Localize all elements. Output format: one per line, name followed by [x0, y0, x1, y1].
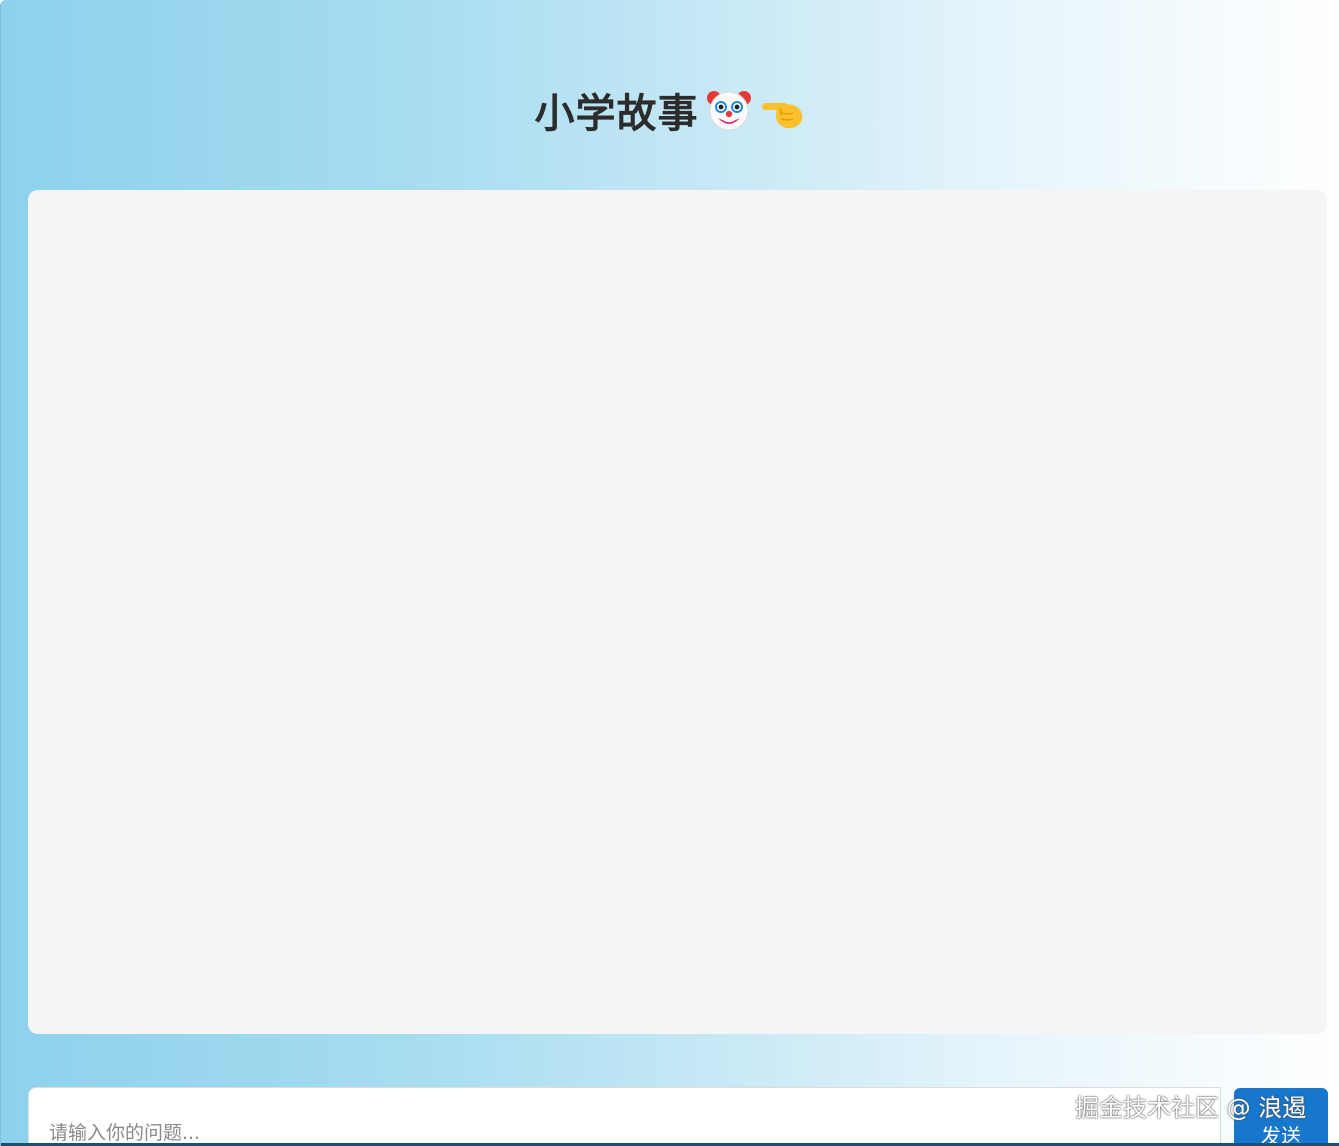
page-title: 小学故事: [534, 91, 699, 137]
pointing-hand-icon: [761, 103, 802, 129]
send-button[interactable]: 发送: [1234, 1088, 1328, 1146]
clown-face-icon: [706, 91, 751, 131]
question-input[interactable]: [29, 1088, 1220, 1146]
question-input-container: [28, 1087, 1221, 1146]
app-container: 小学故事 发送 掘金技术社区 @ 浪遏: [0, 0, 1339, 1146]
chat-message-area[interactable]: [28, 190, 1327, 1034]
header: 小学故事: [1, 78, 1339, 142]
